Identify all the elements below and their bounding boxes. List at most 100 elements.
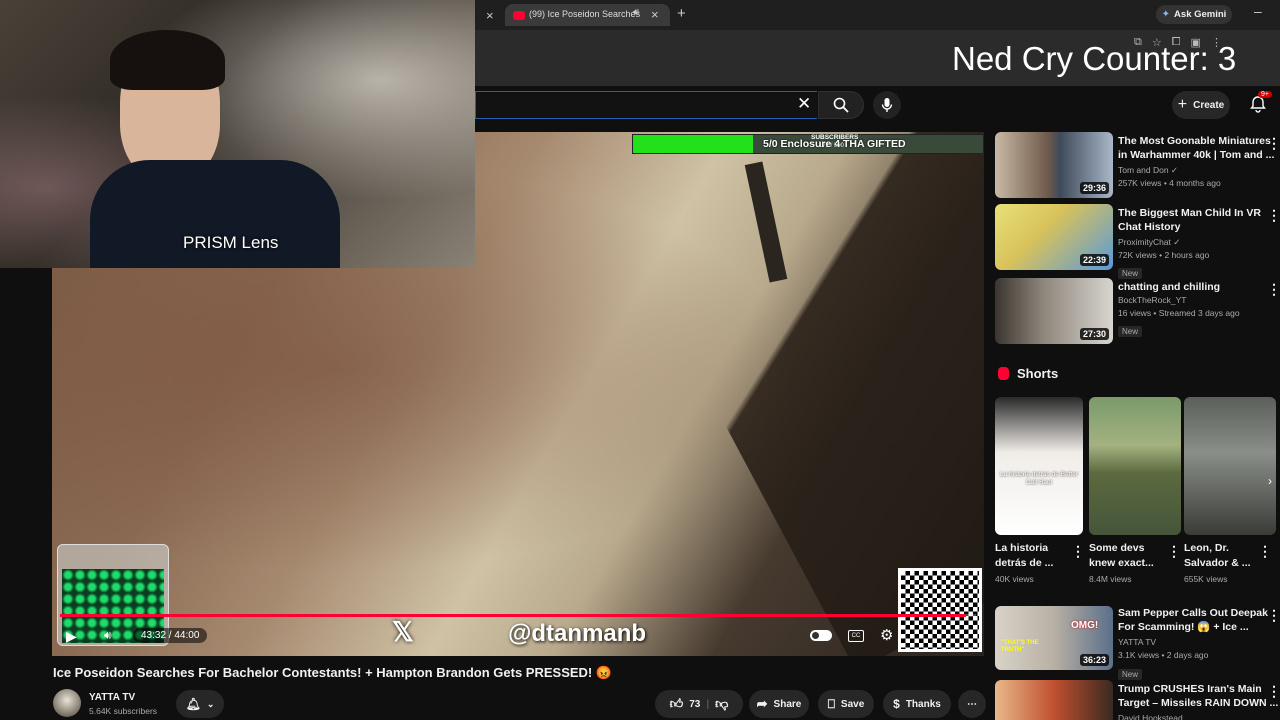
youtube-favicon-icon (513, 11, 525, 20)
more-actions-button[interactable]: ⋯ (958, 690, 986, 718)
autoplay-toggle-knob (812, 632, 819, 639)
recommendation-item[interactable]: 22:39 The Biggest Man Child In VR Chat H… (995, 204, 1280, 279)
shorts-shelf: La historia detrás de Better Call Saul L… (995, 397, 1280, 592)
video-title-line2: Chat History (1118, 221, 1181, 233)
video-meta: 3.1K views • 2 days ago (1118, 650, 1209, 660)
video-title-line1: The Most Goonable Miniatures (1118, 135, 1271, 147)
create-button[interactable]: + Create (1172, 91, 1230, 119)
more-options-icon[interactable]: ⋮ (1267, 136, 1280, 150)
more-options-icon[interactable]: ⋮ (1258, 544, 1272, 558)
short-title-line2: knew exact... (1089, 557, 1154, 569)
bell-icon: 🔔︎ (185, 697, 201, 711)
like-count[interactable]: 73 (689, 699, 700, 710)
like-divider: | (706, 698, 710, 710)
shorts-heading-label: Shorts (1017, 366, 1059, 381)
thanks-label: Thanks (905, 698, 941, 710)
microphone-icon (881, 98, 893, 112)
duration-badge: 36:23 (1079, 654, 1109, 666)
save-button[interactable]: ⎕ Save (818, 690, 874, 718)
subscribed-button[interactable]: 🔔︎ ⌄ (176, 690, 224, 718)
create-label: Create (1193, 99, 1225, 111)
thanks-button[interactable]: $ Thanks (883, 690, 951, 718)
video-title-line1: The Biggest Man Child In VR (1118, 207, 1261, 219)
ask-gemini-label: Ask Gemini (1174, 9, 1227, 20)
audio-playing-icon[interactable]: 🔊︎ (633, 7, 639, 18)
gemini-icon: ✦ (1161, 9, 1171, 20)
close-tab-icon[interactable]: × (651, 7, 659, 22)
more-icon: ⋯ (967, 698, 977, 710)
short-title-line2: Salvador & ... (1184, 557, 1251, 569)
recommendation-item[interactable]: Trump CRUSHES Iran's Main Target – Missi… (995, 680, 1280, 720)
channel-avatar[interactable] (53, 689, 81, 717)
plus-icon: + (1177, 96, 1188, 113)
short-views: 655K views (1184, 574, 1228, 584)
search-icon (833, 97, 849, 113)
short-item[interactable]: La historia detrás de Better Call Saul L… (995, 397, 1085, 587)
short-title-line1: La historia (995, 542, 1049, 554)
more-options-icon[interactable]: ⋮ (1071, 544, 1085, 558)
channel-name[interactable]: YATTA TV (89, 692, 135, 703)
video-title-line1: Trump CRUSHES Iran's Main (1118, 683, 1262, 695)
subscriber-goal-bar: SUBSCRIBERS 172 / 500 5/0 Enclosure 4 TH… (632, 134, 984, 154)
cry-counter-overlay: Ned Cry Counter: 3 (952, 40, 1237, 77)
video-title-line2: Target – Missiles RAIN DOWN ... (1118, 697, 1279, 709)
social-handle: @dtanmanb (508, 620, 647, 647)
more-options-icon[interactable]: ⋮ (1267, 684, 1280, 698)
subscriber-goal-fill (633, 135, 754, 153)
channel-name: YATTA TV (1118, 637, 1157, 647)
short-title-line2: detrás de ... (995, 557, 1054, 569)
short-item[interactable]: Leon, Dr. Salvador & ... 655K views ⋮ (1184, 397, 1276, 587)
video-title-line1: Sam Pepper Calls Out Deepak (1118, 607, 1268, 619)
x-logo-icon: 𝕏 (392, 617, 414, 647)
minimize-window-icon[interactable]: – (1254, 3, 1262, 19)
short-views: 8.4M views (1089, 574, 1132, 584)
captions-icon[interactable]: CC (848, 630, 864, 642)
ask-gemini-button[interactable]: ✦ Ask Gemini (1156, 5, 1232, 24)
video-progress-track[interactable] (60, 614, 976, 617)
channel-name: ProximityChat ✓ (1118, 237, 1181, 247)
thumbs-down-icon[interactable]: 👎︎ (715, 696, 728, 712)
short-item[interactable]: Some devs knew exact... 8.4M views ⋮ (1089, 397, 1181, 587)
settings-gear-icon[interactable]: ⚙ (880, 626, 893, 644)
like-dislike-group: 👍︎ 73 | 👎︎ (655, 690, 743, 718)
recommendation-item[interactable]: OMG! "THAT'S THE TRUTH" 36:23 Sam Pepper… (995, 606, 1280, 680)
play-icon[interactable]: ▶ (66, 628, 77, 645)
duration-badge: 22:39 (1079, 254, 1109, 266)
video-title-line1: chatting and chilling (1118, 281, 1221, 293)
new-badge: New (1118, 326, 1143, 337)
tab-active[interactable]: (99) Ice Poseidon Searches 🔊︎ × (505, 4, 670, 26)
qr-code-pattern (901, 571, 979, 649)
chevron-down-icon: ⌄ (206, 698, 215, 709)
notifications-button[interactable]: 9+ (1249, 91, 1272, 117)
thumbs-up-icon[interactable]: 👍︎ (670, 696, 684, 712)
more-options-icon[interactable]: ⋮ (1167, 544, 1181, 558)
clear-search-icon[interactable]: ✕ (797, 94, 811, 114)
video-thumbnail: 29:36 (995, 132, 1113, 198)
save-label: Save (840, 698, 865, 710)
short-thumbnail (1089, 397, 1181, 535)
video-time: 43:32 / 44:00 (133, 628, 208, 643)
close-tab-icon[interactable]: × (486, 8, 494, 23)
video-thumbnail: 22:39 (995, 204, 1113, 270)
chevron-right-icon[interactable]: › (1268, 474, 1272, 488)
search-button[interactable] (818, 91, 864, 119)
video-thumbnail (995, 680, 1113, 720)
video-thumbnail: OMG! "THAT'S THE TRUTH" 36:23 (995, 606, 1113, 670)
volume-icon[interactable]: 🔊︎ (104, 628, 112, 643)
short-title-line1: Some devs (1089, 542, 1145, 554)
thanks-icon: $ (893, 697, 900, 711)
search-input[interactable] (475, 91, 817, 119)
recommendation-item[interactable]: 29:36 The Most Goonable Miniatures in Wa… (995, 132, 1280, 202)
autoplay-toggle[interactable] (810, 630, 832, 641)
recommendation-item[interactable]: 27:30 chatting and chilling BockTheRock_… (995, 278, 1280, 348)
new-tab-button[interactable]: + (677, 5, 686, 22)
share-button[interactable]: ➦ Share (749, 690, 809, 718)
short-views: 40K views (995, 574, 1034, 584)
webcam-caption: PRISM Lens (183, 233, 279, 252)
channel-name: David Hookstead (1118, 713, 1183, 720)
more-options-icon[interactable]: ⋮ (1267, 608, 1280, 622)
short-thumbnail-caption: La historia detrás de Better Call Saul (999, 471, 1079, 486)
more-options-icon[interactable]: ⋮ (1267, 282, 1280, 296)
voice-search-button[interactable] (873, 91, 901, 119)
more-options-icon[interactable]: ⋮ (1267, 208, 1280, 222)
